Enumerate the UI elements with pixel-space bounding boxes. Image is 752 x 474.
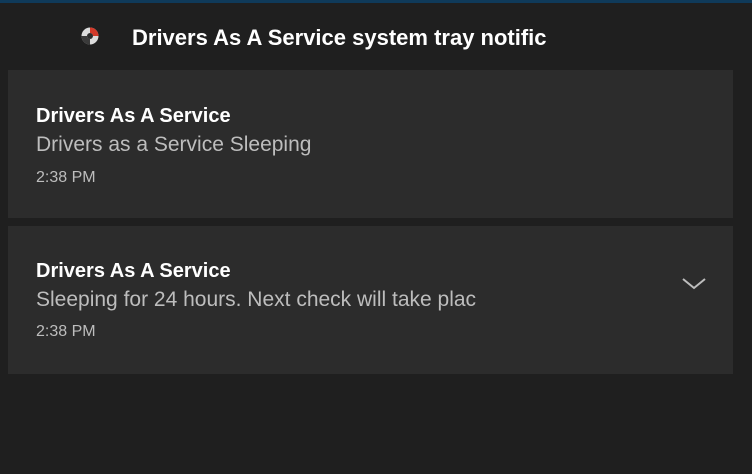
notification-title: Drivers As A Service — [36, 260, 231, 282]
notification-card[interactable]: Drivers As A Service Sleeping for 24 hou… — [8, 226, 733, 374]
notification-title: Drivers As A Service — [36, 105, 231, 127]
notification-card[interactable]: Drivers As A Service Drivers as a Servic… — [8, 70, 733, 218]
empty-panel-area — [8, 375, 733, 474]
chevron-down-icon[interactable] — [681, 276, 707, 292]
notification-group-header: Drivers As A Service system tray notific — [0, 3, 752, 69]
app-icon — [80, 26, 100, 46]
notification-panel: Drivers As A Service system tray notific… — [0, 0, 752, 474]
notification-timestamp: 2:38 PM — [36, 169, 96, 186]
notification-message: Drivers as a Service Sleeping — [36, 133, 312, 156]
notification-group-title: Drivers As A Service system tray notific — [132, 25, 547, 50]
notification-timestamp: 2:38 PM — [36, 323, 96, 340]
notification-message: Sleeping for 24 hours. Next check will t… — [36, 288, 477, 311]
